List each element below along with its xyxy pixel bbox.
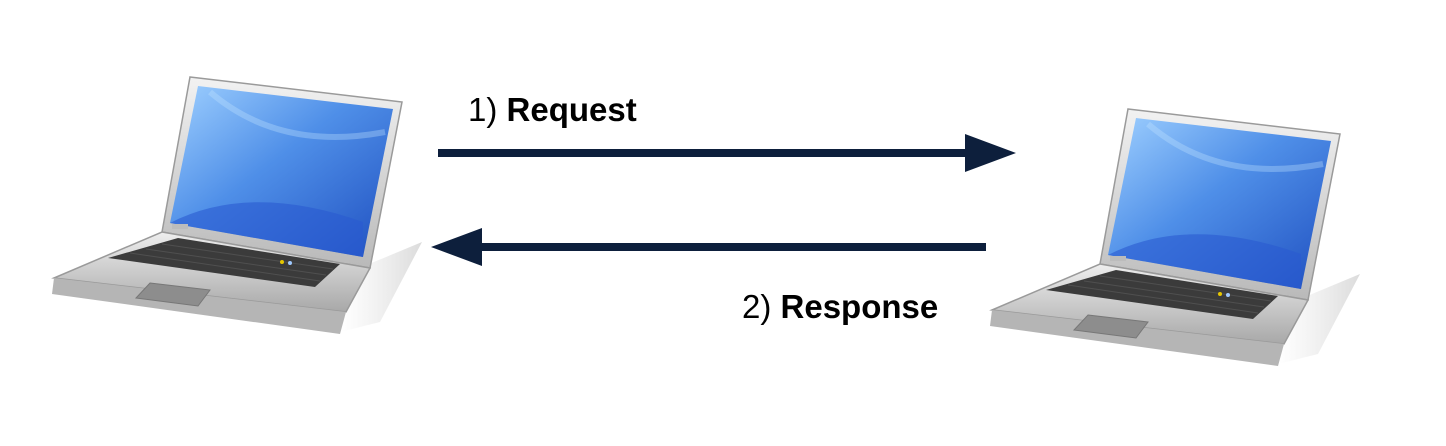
request-step: 1) — [468, 91, 498, 128]
request-arrow — [438, 134, 1016, 172]
response-label: 2) Response — [742, 290, 938, 323]
arrows — [431, 134, 1016, 266]
response-arrow — [431, 228, 986, 266]
request-text: Request — [506, 91, 637, 128]
request-label: 1) Request — [468, 93, 637, 126]
response-step: 2) — [742, 288, 772, 325]
response-text: Response — [780, 288, 939, 325]
client-server-diagram: 1) Request 2) Response — [0, 0, 1446, 446]
